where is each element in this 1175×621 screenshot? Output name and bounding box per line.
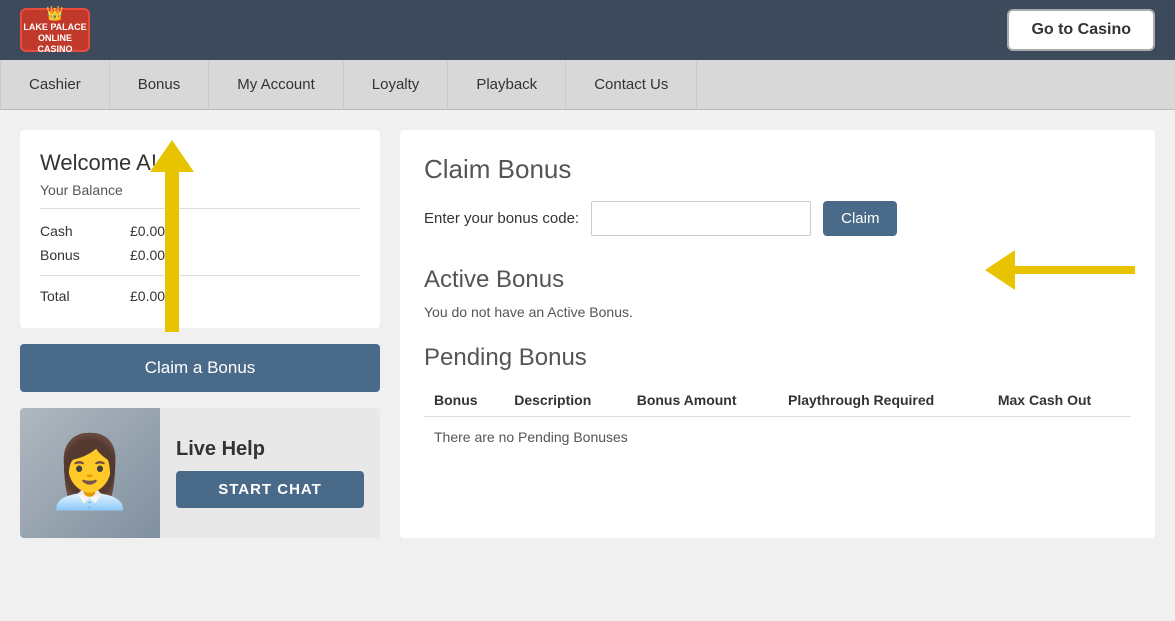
bonus-code-input[interactable] [591,201,811,236]
no-pending-text: There are no Pending Bonuses [424,417,1131,458]
right-arrow [985,250,1135,290]
bonus-code-label: Enter your bonus code: [424,210,579,227]
total-label: Total [40,288,100,304]
start-chat-button[interactable]: START CHAT [176,471,364,508]
no-active-bonus-text: You do not have an Active Bonus. [424,304,1131,320]
bonus-value: £0.00 [130,247,165,263]
balance-bonus-row: Bonus £0.00 [40,243,360,267]
pending-bonus-title: Pending Bonus [424,344,1131,372]
balance-divider [40,275,360,276]
nav-item-bonus[interactable]: Bonus [110,60,210,109]
col-header-bonus: Bonus [424,384,504,417]
nav-item-playback[interactable]: Playback [448,60,566,109]
logo-text-line2: ONLINE CASINO [22,33,88,55]
cash-value: £0.00 [130,223,165,239]
left-panel: Welcome A! Your Balance Cash £0.00 Bonus… [20,130,380,538]
col-header-playthrough: Playthrough Required [778,384,988,417]
live-help-content: Live Help START CHAT [160,428,380,518]
nav-item-contact-us[interactable]: Contact Us [566,60,697,109]
col-header-description: Description [504,384,626,417]
right-panel: Claim Bonus Enter your bonus code: Claim… [400,130,1155,538]
total-value: £0.00 [130,288,165,304]
welcome-title: Welcome A! [40,150,360,176]
main-nav: Cashier Bonus My Account Loyalty Playbac… [0,60,1175,110]
live-help-title: Live Help [176,438,364,461]
header: 👑 LAKE PALACE ONLINE CASINO Go to Casino [0,0,1175,60]
col-header-max-cash-out: Max Cash Out [988,384,1131,417]
balance-total-row: Total £0.00 [40,284,360,308]
main-content: Welcome A! Your Balance Cash £0.00 Bonus… [0,110,1175,558]
logo: 👑 LAKE PALACE ONLINE CASINO [20,8,90,52]
claim-button[interactable]: Claim [823,201,897,236]
logo-crown: 👑 [46,5,63,22]
right-arrow-annotation [985,250,1135,290]
live-help-card: 👩‍💼 Live Help START CHAT [20,408,380,538]
go-to-casino-button[interactable]: Go to Casino [1007,9,1155,51]
balance-cash-row: Cash £0.00 [40,219,360,243]
logo-area: 👑 LAKE PALACE ONLINE CASINO [20,8,90,52]
no-pending-row: There are no Pending Bonuses [424,417,1131,458]
balance-heading: Your Balance [40,182,360,209]
nav-item-loyalty[interactable]: Loyalty [344,60,449,109]
right-arrow-shaft [1015,266,1135,274]
pending-bonus-table: Bonus Description Bonus Amount Playthrou… [424,384,1131,457]
claim-a-bonus-button[interactable]: Claim a Bonus [20,344,380,392]
live-help-image: 👩‍💼 [20,408,160,538]
support-agent-icon: 👩‍💼 [46,432,133,514]
cash-label: Cash [40,223,100,239]
welcome-card: Welcome A! Your Balance Cash £0.00 Bonus… [20,130,380,328]
nav-item-cashier[interactable]: Cashier [0,60,110,109]
bonus-label: Bonus [40,247,100,263]
col-header-bonus-amount: Bonus Amount [627,384,778,417]
logo-text-line1: LAKE PALACE [23,22,86,33]
bonus-code-row: Enter your bonus code: Claim [424,201,1131,236]
nav-item-my-account[interactable]: My Account [209,60,344,109]
claim-bonus-title: Claim Bonus [424,154,1131,185]
right-arrow-head [985,250,1015,290]
